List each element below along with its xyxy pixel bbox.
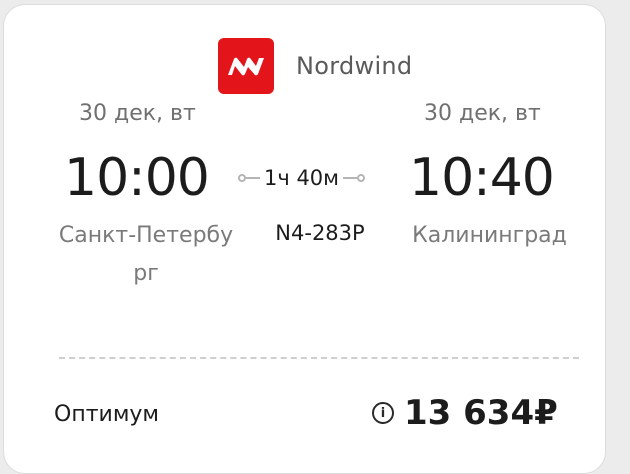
- airline-name: Nordwind: [296, 52, 413, 80]
- arrival-date: 30 дек, вт: [424, 101, 541, 126]
- fare-price: 13 634₽: [404, 393, 558, 433]
- route-line: [343, 177, 358, 179]
- info-icon[interactable]: i: [372, 402, 394, 424]
- arrival-time: 10:40: [409, 148, 555, 208]
- flight-duration-line: 1ч 40м: [238, 163, 398, 193]
- price-block: i 13 634₽: [372, 393, 558, 433]
- departure-city: Санкт-Петербург: [58, 223, 234, 286]
- departure-dot-icon: [238, 174, 246, 182]
- departure-time: 10:00: [64, 148, 210, 208]
- flight-duration: 1ч 40м: [264, 166, 340, 190]
- airline-header: Nordwind: [218, 38, 412, 94]
- flight-card[interactable]: Nordwind 30 дек, вт 30 дек, вт 10:00 10:…: [3, 4, 606, 474]
- route-line: [246, 177, 260, 179]
- arrival-city: Калининград: [412, 223, 567, 248]
- departure-date: 30 дек, вт: [79, 101, 196, 126]
- nordwind-logo: [218, 38, 274, 94]
- arrival-dot-icon: [357, 174, 366, 182]
- flight-number: N4-283P: [275, 221, 365, 245]
- fare-name: Оптимум: [54, 402, 160, 427]
- divider: [59, 357, 579, 359]
